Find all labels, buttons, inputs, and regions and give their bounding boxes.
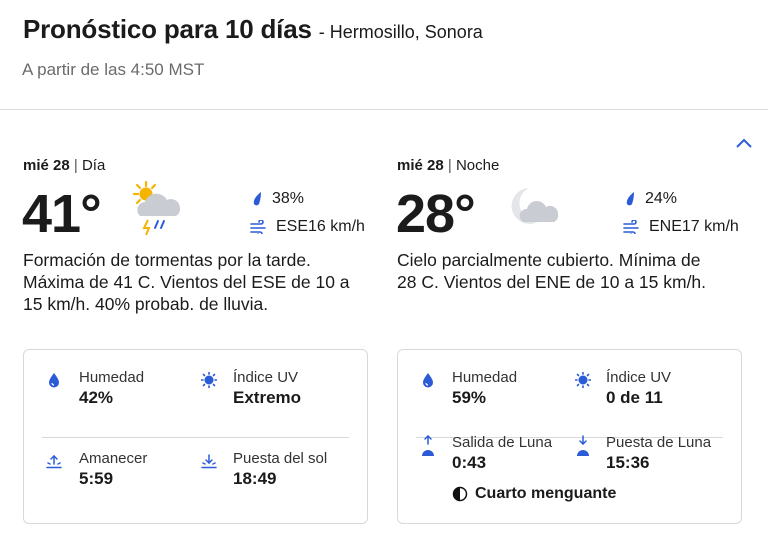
day-sunrise-label: Amanecer [79,450,148,467]
night-period-header: mié 28 | Noche [397,157,500,174]
day-uv-value: Extremo [233,388,302,407]
night-period-label: Noche [455,157,500,174]
night-uv-value: 0 de 11 [606,388,663,407]
raindrop-icon [253,191,261,206]
uv-sun-icon [200,371,218,393]
night-wind: ENE17 km/h [623,218,739,237]
moon-phase-icon [452,486,468,507]
day-description: Formación de tormentas por la tarde. Máx… [23,250,350,314]
night-humidity-value: 59% [452,388,487,407]
day-precip: 38% [250,190,304,208]
night-description: Cielo parcialmente cubierto. Mínima de 2… [397,250,707,292]
night-moonset-label: Puesta de Luna [606,434,712,451]
raindrop-icon [626,191,634,206]
header-divider [0,109,768,110]
location-label: - Hermosillo, Sonora [318,22,483,42]
day-wind-value: ESE16 km/h [276,218,365,235]
sun-cloud-thunder-icon [128,180,186,238]
day-humidity-label: Humedad [79,369,145,386]
day-uv-label: Índice UV [233,369,299,386]
moonset-icon [575,434,591,463]
night-moonrise-value: 0:43 [452,453,487,472]
day-sunrise-value: 5:59 [79,469,114,488]
night-precip: 24% [623,190,677,208]
day-details-card: Humedad 42% Índice UV Extremo Amanecer 5… [23,349,368,524]
night-uv-label: Índice UV [606,369,672,386]
day-humidity-value: 42% [79,388,114,407]
night-moonset-value: 15:36 [606,453,650,472]
night-temperature: 28° [396,184,476,244]
day-wind: ESE16 km/h [250,218,365,237]
page-title: Pronóstico para 10 días - Hermosillo, So… [23,14,483,45]
card-divider [42,437,349,438]
sunrise-icon [46,453,62,474]
wind-icon [623,219,639,237]
uv-sun-icon [574,371,592,393]
night-moonrise-label: Salida de Luna [452,434,553,451]
collapse-chevron-up-icon[interactable] [733,134,755,152]
wind-icon [250,219,266,237]
day-precip-value: 38% [272,190,305,207]
day-temperature: 41° [22,184,102,244]
humidity-icon [420,372,436,393]
moon-cloud-icon [505,180,563,238]
sunset-icon [201,453,217,474]
day-period-label: Día [81,157,106,174]
forecast-title: Pronóstico para 10 días [23,14,312,44]
night-humidity-label: Humedad [452,369,518,386]
day-sunset-label: Puesta del sol [233,450,328,467]
night-wind-value: ENE17 km/h [649,218,739,235]
day-date: mié 28 [23,157,70,174]
updated-time: A partir de las 4:50 MST [22,60,205,79]
day-period-header: mié 28 | Día [23,157,106,174]
moonrise-icon [420,434,436,463]
night-precip-value: 24% [645,190,678,207]
night-details-card: Humedad 59% Índice UV 0 de 11 Salida de … [397,349,742,524]
day-sunset-value: 18:49 [233,469,277,488]
night-moon-phase: Cuarto menguante [475,485,617,502]
humidity-icon [46,372,62,393]
night-date: mié 28 [397,157,444,174]
